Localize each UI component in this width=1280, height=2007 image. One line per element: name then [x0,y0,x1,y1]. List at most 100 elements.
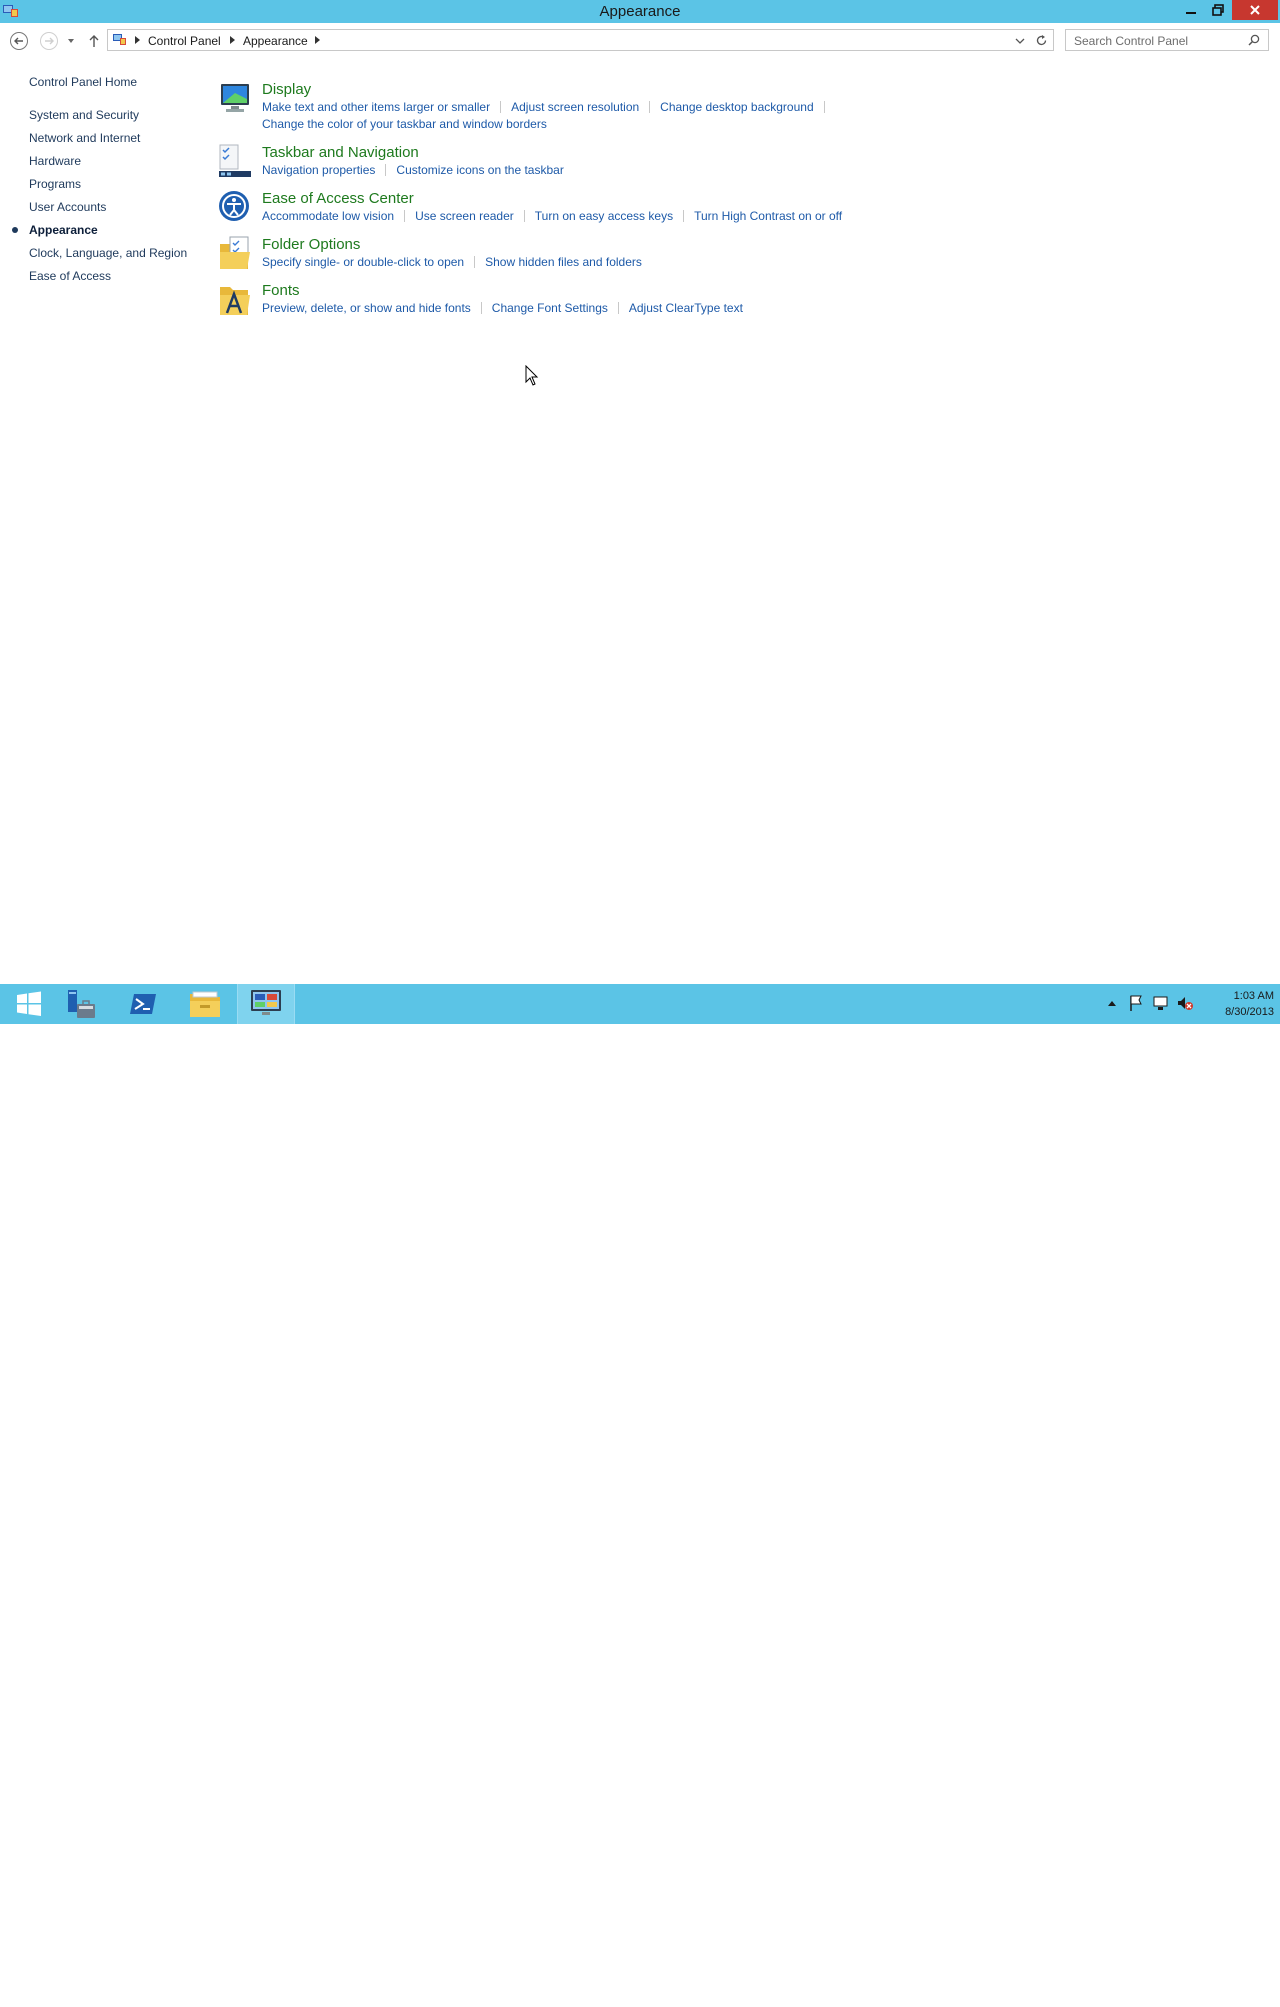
category-title-ease-of-access-center[interactable]: Ease of Access Center [262,190,414,207]
sidebar-item-hardware[interactable]: Hardware [29,154,81,168]
taskbar-links-row: Navigation properties Customize icons on … [262,163,564,177]
address-bar[interactable]: Control Panel Appearance [107,29,1054,51]
restore-button[interactable] [1205,0,1231,20]
link-customize-taskbar-icons[interactable]: Customize icons on the taskbar [396,163,563,177]
control-panel-icon [251,990,281,1015]
fonts-icon[interactable] [217,282,253,318]
link-desktop-background[interactable]: Change desktop background [660,100,813,114]
search-box[interactable] [1065,29,1269,51]
sidebar-item-ease-of-access[interactable]: Ease of Access [29,269,111,283]
category-title-folder-options[interactable]: Folder Options [262,236,360,253]
category-title-taskbar-navigation[interactable]: Taskbar and Navigation [262,144,419,161]
refresh-icon[interactable] [1035,34,1048,47]
folder-options-icon[interactable] [217,236,253,272]
address-dropdown-icon[interactable] [1015,36,1025,46]
sidebar-item-programs[interactable]: Programs [29,177,81,191]
link-divider [649,101,651,113]
link-text-size[interactable]: Make text and other items larger or smal… [262,100,490,114]
powershell-taskbar-button[interactable] [114,984,172,1024]
system-clock[interactable]: 1:03 AM 8/30/2013 [1200,988,1274,1020]
back-arrow-icon [10,32,28,50]
breadcrumb-separator-icon[interactable] [230,36,235,44]
link-hidden-files[interactable]: Show hidden files and folders [485,255,642,269]
window-title: Appearance [599,3,681,20]
title-bar: Appearance [0,0,1280,23]
up-button[interactable] [84,30,104,52]
fonts-links-row: Preview, delete, or show and hide fonts C… [262,301,743,315]
clock-time: 1:03 AM [1233,990,1274,1002]
watermark: The Collection Book [1028,1969,1268,2007]
up-arrow-icon [89,35,99,47]
category-title-fonts[interactable]: Fonts [262,282,300,299]
minimize-button[interactable] [1178,0,1204,20]
windows-start-icon [17,991,41,1016]
category-title-display[interactable]: Display [262,81,311,98]
sidebar-item-control-panel-home[interactable]: Control Panel Home [29,75,137,89]
link-low-vision[interactable]: Accommodate low vision [262,209,394,223]
display-links-row: Make text and other items larger or smal… [262,100,835,114]
volume-muted-icon[interactable] [1176,994,1194,1012]
display-icon[interactable] [217,81,253,117]
minimize-icon [1186,12,1196,14]
clock-date: 8/30/2013 [1225,1006,1274,1018]
link-easy-access-keys[interactable]: Turn on easy access keys [535,209,673,223]
action-center-flag-icon[interactable] [1128,994,1144,1012]
link-screen-reader[interactable]: Use screen reader [415,209,514,223]
link-divider [500,101,502,113]
sidebar-item-system-and-security[interactable]: System and Security [29,108,139,122]
current-item-bullet [12,227,18,233]
forward-button[interactable] [38,30,60,52]
recent-pages-button[interactable] [61,30,81,52]
link-divider [617,302,619,314]
link-screen-resolution[interactable]: Adjust screen resolution [511,100,639,114]
link-divider [385,164,387,176]
link-preview-fonts[interactable]: Preview, delete, or show and hide fonts [262,301,471,315]
close-button[interactable] [1232,0,1278,20]
control-panel-taskbar-button[interactable] [237,984,295,1024]
search-icon[interactable] [1248,34,1260,46]
forward-arrow-icon [40,32,58,50]
restore-icon [1212,4,1224,16]
chevron-down-icon [68,39,74,43]
sidebar-item-network-and-internet[interactable]: Network and Internet [29,131,140,145]
taskbar: The Collection Book 1:03 AM 8/30/2013 [0,984,1280,2007]
link-navigation-properties[interactable]: Navigation properties [262,163,375,177]
close-icon [1250,5,1260,15]
link-single-double-click[interactable]: Specify single- or double-click to open [262,255,464,269]
link-divider [480,302,482,314]
breadcrumb-appearance[interactable]: Appearance [243,34,308,48]
breadcrumb-separator-icon[interactable] [315,36,320,44]
ease-of-access-icon[interactable] [217,190,253,226]
taskbar-icon[interactable] [217,144,253,180]
breadcrumb-control-panel[interactable]: Control Panel [148,34,221,48]
link-taskbar-color[interactable]: Change the color of your taskbar and win… [262,117,547,131]
file-explorer-taskbar-button[interactable] [176,984,234,1024]
link-divider [523,210,525,222]
network-icon[interactable] [1152,994,1170,1012]
sidebar-item-user-accounts[interactable]: User Accounts [29,200,106,214]
link-divider [823,101,825,113]
link-divider [404,210,406,222]
server-manager-taskbar-button[interactable] [52,984,110,1024]
search-input[interactable] [1072,32,1246,50]
watermark-text: The Collection Book [1092,1973,1254,1993]
mouse-cursor-icon [525,365,539,386]
link-cleartype[interactable]: Adjust ClearType text [629,301,743,315]
link-high-contrast[interactable]: Turn High Contrast on or off [694,209,842,223]
powershell-icon [130,994,156,1014]
display-links-row-2: Change the color of your taskbar and win… [262,117,547,131]
link-divider [474,256,476,268]
breadcrumb-separator-icon[interactable] [135,36,140,44]
show-hidden-icons-icon[interactable] [1106,998,1118,1010]
control-panel-location-icon [113,34,126,45]
back-button[interactable] [8,30,30,52]
link-change-font-settings[interactable]: Change Font Settings [492,301,608,315]
file-explorer-icon [190,991,220,1017]
sidebar-item-appearance: Appearance [29,223,98,237]
start-button[interactable] [0,984,58,1024]
folder-links-row: Specify single- or double-click to open S… [262,255,642,269]
sidebar-item-clock-language-region[interactable]: Clock, Language, and Region [29,246,187,260]
book-logo-icon [1029,1971,1083,2007]
server-manager-icon [68,990,95,1018]
link-divider [683,210,685,222]
